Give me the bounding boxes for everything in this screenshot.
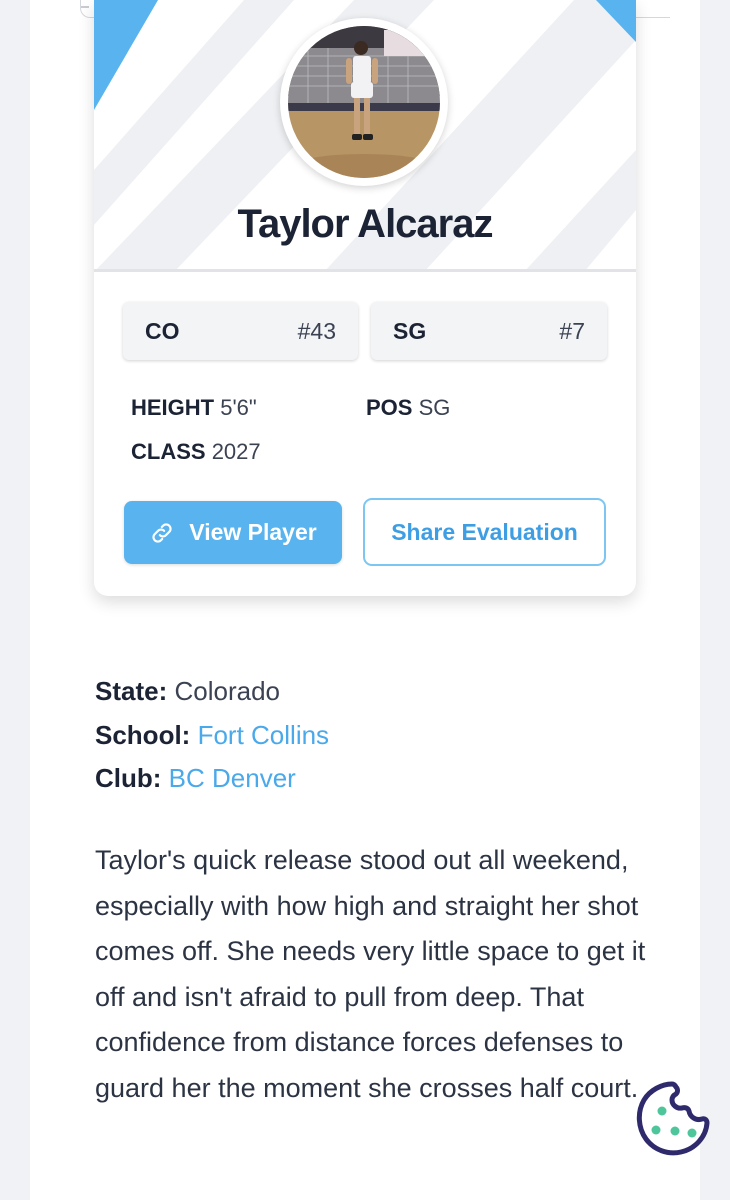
player-name: Taylor Alcaraz <box>237 202 493 246</box>
height-stat: HEIGHT 5'6" <box>131 395 257 421</box>
player-avatar <box>280 18 448 186</box>
school-link[interactable]: Fort Collins <box>198 720 329 750</box>
state-line: State: Colorado <box>95 676 280 707</box>
header-divider <box>94 269 636 272</box>
view-player-button[interactable]: View Player <box>124 501 342 564</box>
link-icon <box>152 522 172 543</box>
position-rank-box: SG #7 <box>371 302 607 360</box>
view-player-label: View Player <box>189 519 317 545</box>
school-line: School: Fort Collins <box>95 720 329 751</box>
position-rank-value: #7 <box>559 317 585 344</box>
state-rank-box: CO #43 <box>123 302 358 360</box>
club-label: Club: <box>95 763 162 793</box>
club-link[interactable]: BC Denver <box>169 763 296 793</box>
state-value: Colorado <box>174 676 280 706</box>
state-label: State: <box>95 676 168 706</box>
position-value: SG <box>418 395 451 420</box>
cookie-settings-button[interactable] <box>632 1078 712 1158</box>
state-rank-value: #43 <box>297 317 336 344</box>
state-rank-label: CO <box>145 317 180 344</box>
position-stat: POS SG <box>366 395 450 421</box>
height-label: HEIGHT <box>131 395 215 420</box>
position-label: POS <box>366 395 413 420</box>
class-stat: CLASS 2027 <box>131 439 261 465</box>
height-value: 5'6" <box>220 395 257 420</box>
position-rank-label: SG <box>393 317 427 344</box>
class-label: CLASS <box>131 439 206 464</box>
evaluation-text: Taylor's quick release stood out all wee… <box>95 845 646 1103</box>
card-header: Taylor Alcaraz <box>94 0 636 272</box>
club-line: Club: BC Denver <box>95 763 296 794</box>
class-value: 2027 <box>211 439 261 464</box>
player-photo <box>288 26 440 178</box>
share-evaluation-label: Share Evaluation <box>391 518 578 545</box>
share-evaluation-button[interactable]: Share Evaluation <box>363 498 606 566</box>
school-label: School: <box>95 720 191 750</box>
cookie-icon <box>636 1081 710 1156</box>
